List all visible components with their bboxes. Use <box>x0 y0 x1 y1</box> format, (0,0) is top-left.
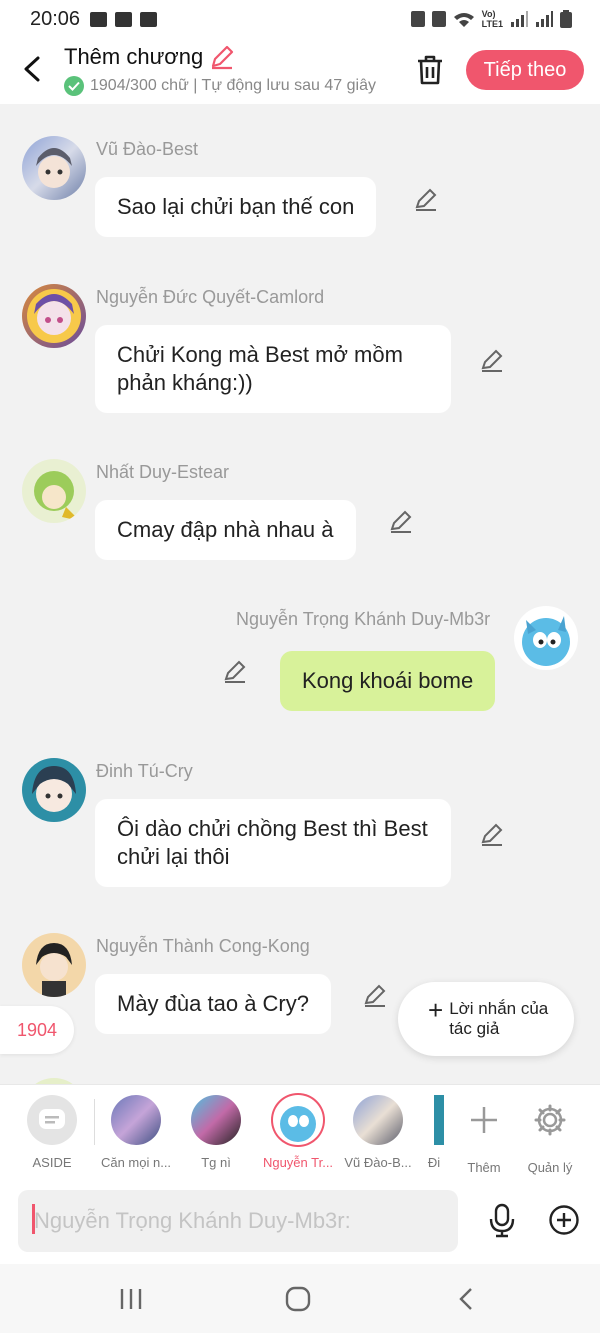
manage-characters-button[interactable]: Quản lý <box>512 1095 588 1175</box>
avatar-art <box>32 766 76 812</box>
character-avatar <box>191 1095 241 1145</box>
message-bubble[interactable]: Ôi dào chửi chồng Best thì Best chửi lại… <box>95 799 451 887</box>
signal-1-icon <box>511 11 528 27</box>
add-attachment-icon[interactable] <box>548 1204 580 1236</box>
avatar-art <box>34 471 80 521</box>
avatar[interactable] <box>22 933 86 997</box>
character-item[interactable]: Đi <box>420 1095 448 1170</box>
message-author: Nguyễn Thành Cong-Kong <box>96 936 310 956</box>
message-bubble[interactable]: Kong khoái bome <box>280 651 496 711</box>
edit-message-icon[interactable] <box>388 509 414 535</box>
character-label: Đi <box>427 1155 441 1170</box>
message-input[interactable] <box>18 1190 458 1252</box>
word-counter[interactable]: 1904 <box>0 1006 74 1054</box>
message-author: Nguyễn Trọng Khánh Duy-Mb3r <box>236 609 491 629</box>
avatar-art <box>36 148 72 188</box>
gallery-notification-icon <box>90 11 108 27</box>
character-bar: ASIDE Căn mọi n... Tg nì Nguyễn Tr... Vũ… <box>0 1084 600 1180</box>
app-header: Thêm chương 1904/300 chữ | Tự động lưu s… <box>0 38 600 104</box>
divider <box>94 1099 95 1145</box>
character-label: Nguyễn Tr... <box>262 1155 334 1170</box>
page-title-text: Thêm chương <box>64 44 204 69</box>
status-time: 20:06 <box>30 7 81 30</box>
character-item[interactable]: Căn mọi n... <box>98 1095 174 1170</box>
edit-message-icon[interactable] <box>362 983 388 1009</box>
volte-icon: Vo) LTE1 <box>481 9 503 29</box>
recent-apps-icon[interactable] <box>116 1284 146 1314</box>
app-notification-icon <box>140 11 158 27</box>
character-label: Tg nì <box>201 1155 231 1170</box>
youtube-notification-icon <box>115 11 133 27</box>
message-bubble[interactable]: Chửi Kong mà Best mở mồm phản kháng:)) <box>95 325 451 413</box>
edit-message-icon[interactable] <box>479 348 505 374</box>
avatar[interactable] <box>22 284 86 348</box>
wifi-icon <box>453 13 474 27</box>
message-bubble[interactable]: Cmay đập nhà nhau à <box>95 500 356 560</box>
status-bar: 20:06 Vo) LTE1 <box>0 0 600 38</box>
chat-bubble-icon <box>39 1109 65 1129</box>
avatar[interactable] <box>22 758 86 822</box>
signal-2-icon <box>536 11 553 27</box>
back-nav-icon[interactable] <box>452 1284 482 1314</box>
character-item-active[interactable]: Nguyễn Tr... <box>260 1095 336 1170</box>
next-button[interactable]: Tiếp theo <box>466 50 584 90</box>
avatar-art <box>27 289 81 343</box>
message-bubble[interactable]: Mày đùa tao à Cry? <box>95 974 331 1034</box>
save-status: 1904/300 chữ | Tự động lưu sau 47 giây <box>64 76 394 96</box>
edit-message-icon[interactable] <box>413 187 439 213</box>
character-label: Căn mọi n... <box>100 1155 172 1170</box>
avatar[interactable] <box>22 136 86 200</box>
avatar-art <box>280 1106 316 1142</box>
message-author: Vũ Đào-Best <box>96 139 199 159</box>
edit-title-icon[interactable] <box>209 44 235 70</box>
saved-check-icon <box>64 76 84 96</box>
page-title[interactable]: Thêm chương <box>64 44 394 70</box>
chat-area[interactable]: Vũ Đào-Best Sao lại chửi bạn thế con Ngu… <box>0 104 600 1084</box>
back-icon[interactable] <box>18 52 48 86</box>
avatar-art <box>522 616 570 666</box>
gear-icon <box>534 1104 566 1136</box>
character-label: Quản lý <box>527 1160 573 1175</box>
character-label: Vũ Đào-B... <box>344 1155 412 1170</box>
message-author: Nguyễn Đức Quyết-Camlord <box>96 287 325 307</box>
character-avatar <box>434 1095 444 1145</box>
mute-icon <box>431 11 446 27</box>
avatar[interactable] <box>22 459 86 523</box>
message-author: Đinh Tú-Cry <box>96 761 193 781</box>
edit-message-icon[interactable] <box>479 822 505 848</box>
character-avatar <box>353 1095 403 1145</box>
plus-icon <box>471 1107 497 1133</box>
system-nav-bar <box>0 1264 600 1333</box>
author-note-button[interactable]: + Lời nhắn của tác giả <box>398 982 574 1056</box>
message-author: Nhất Duy-Estear <box>96 462 230 482</box>
alarm-icon <box>410 11 425 27</box>
input-bar <box>0 1180 600 1264</box>
home-icon[interactable] <box>283 1284 313 1314</box>
character-label: Thêm <box>467 1160 501 1175</box>
character-aside[interactable]: ASIDE <box>14 1095 90 1170</box>
aside-avatar <box>27 1095 77 1145</box>
message-bubble[interactable]: Sao lại chửi bạn thế con <box>95 177 377 237</box>
save-status-text: 1904/300 chữ | Tự động lưu sau 47 giây <box>90 77 376 94</box>
character-label: ASIDE <box>32 1155 72 1170</box>
character-item[interactable]: Vũ Đào-B... <box>340 1095 416 1170</box>
character-item[interactable]: Tg nì <box>178 1095 254 1170</box>
microphone-icon[interactable] <box>486 1202 518 1238</box>
character-avatar <box>273 1095 323 1145</box>
author-note-label: Lời nhắn của tác giả <box>449 999 549 1038</box>
character-avatar <box>111 1095 161 1145</box>
trash-icon[interactable] <box>412 52 448 88</box>
plus-icon: + <box>428 995 444 1025</box>
add-character-button[interactable]: Thêm <box>446 1095 522 1175</box>
avatar-art <box>36 943 72 997</box>
battery-icon <box>560 10 572 28</box>
edit-message-icon[interactable] <box>222 659 248 685</box>
text-caret <box>32 1204 35 1234</box>
avatar[interactable] <box>514 606 578 670</box>
